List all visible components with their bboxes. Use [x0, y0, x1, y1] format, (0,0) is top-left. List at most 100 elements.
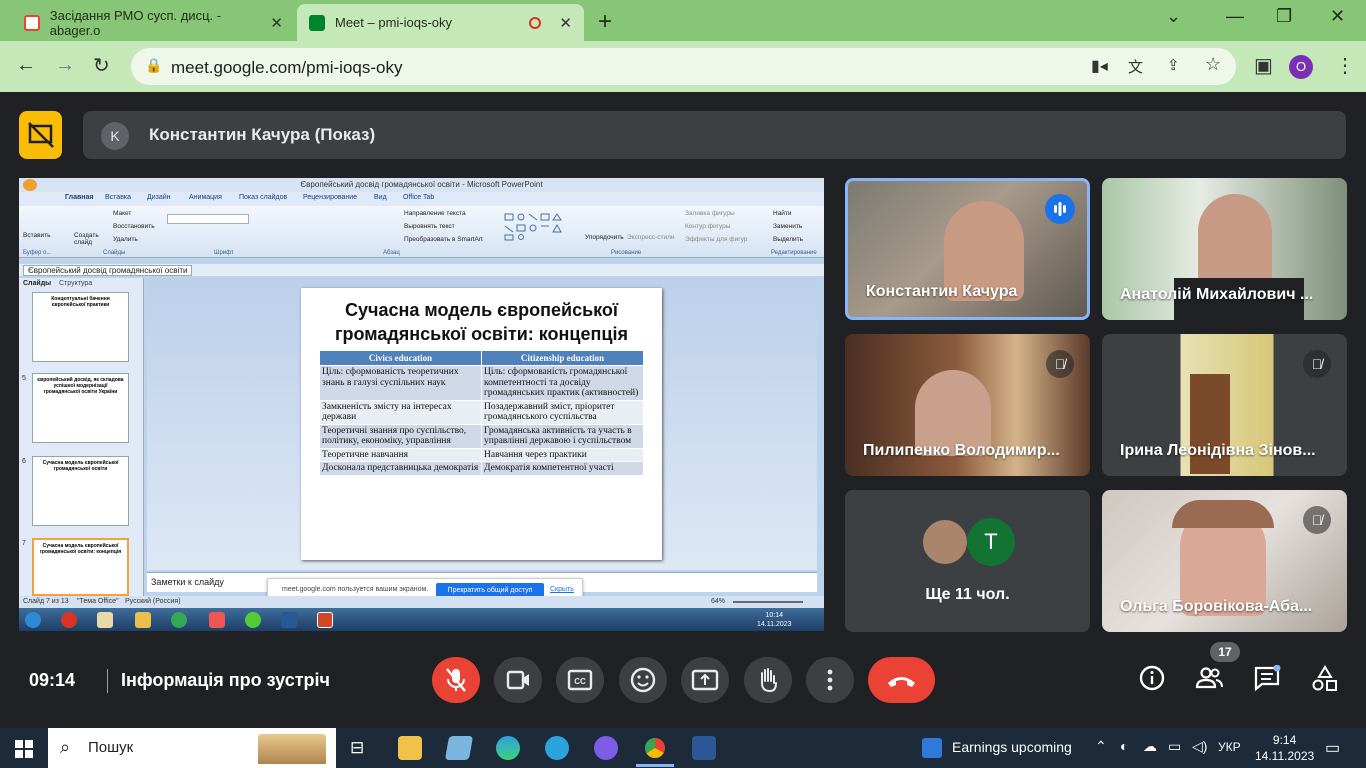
- taskbar-search[interactable]: ⌕ Пошук: [48, 728, 336, 768]
- address-bar[interactable]: 🔒 meet.google.com/pmi-ioqs-oky ▮◂ 文 ⇪ ☆: [131, 48, 1236, 85]
- restore-button[interactable]: ❐: [1276, 6, 1292, 27]
- taskbar-clock[interactable]: 9:14 14.11.2023: [1255, 732, 1314, 764]
- reload-icon[interactable]: ↻: [93, 53, 110, 78]
- close-tab-icon[interactable]: ✕: [270, 14, 283, 32]
- replace-button[interactable]: Заменить: [773, 223, 802, 230]
- raise-hand-button[interactable]: [744, 657, 792, 703]
- translate-icon[interactable]: 文: [1128, 56, 1143, 77]
- ribbon-tab[interactable]: Главная: [65, 194, 93, 201]
- leave-call-button[interactable]: [868, 657, 935, 703]
- menu-icon[interactable]: ⋮: [1335, 53, 1355, 78]
- quick-styles-button[interactable]: Экспресс-стили: [627, 234, 675, 241]
- shapes-gallery[interactable]: [503, 212, 565, 242]
- forward-icon[interactable]: →: [55, 54, 75, 77]
- task-view-icon[interactable]: ⊟: [350, 738, 364, 758]
- notifications-icon[interactable]: ▭: [1325, 738, 1340, 758]
- ribbon-tab[interactable]: Показ слайдов: [239, 194, 287, 201]
- participant-tile[interactable]: 🎙̸ Ольга Боровікова-Аба...: [1102, 490, 1347, 632]
- network-icon[interactable]: ▭: [1168, 738, 1181, 755]
- ribbon-tab[interactable]: Вид: [374, 194, 387, 201]
- telegram-icon[interactable]: [545, 736, 569, 760]
- select-button[interactable]: Выделить: [773, 236, 803, 243]
- delete-button[interactable]: Удалить: [113, 236, 138, 243]
- presentation-icon[interactable]: [19, 111, 62, 159]
- app-icon[interactable]: [444, 736, 474, 760]
- camera-toggle-button[interactable]: [494, 657, 542, 703]
- office-button-icon[interactable]: [23, 179, 37, 191]
- paste-button[interactable]: Вставить: [23, 232, 51, 239]
- people-icon[interactable]: [1195, 665, 1223, 697]
- slide-thumbnail[interactable]: Сучасна модель європейської громадянсько…: [32, 456, 129, 526]
- viber-icon[interactable]: [594, 736, 618, 760]
- find-button[interactable]: Найти: [773, 210, 792, 217]
- font-select[interactable]: [167, 214, 249, 224]
- ribbon-group-label: Буфер о...: [23, 250, 52, 256]
- text-direction-button[interactable]: Направление текста: [404, 210, 466, 217]
- chevron-up-icon[interactable]: ⌃: [1095, 738, 1107, 755]
- bookmark-star-icon[interactable]: ☆: [1205, 54, 1221, 75]
- restore-button[interactable]: Восстановить: [113, 223, 155, 230]
- browser-tab-gmail[interactable]: Засідання РМО сусп. дисц. - abager.o ✕: [12, 4, 295, 41]
- ribbon-tab[interactable]: Анимация: [189, 194, 222, 201]
- slides-panel: Слайды Структура Концептуальні бачення є…: [19, 278, 144, 598]
- participant-tile[interactable]: 🎙̸ Ірина Леонідівна Зінов...: [1102, 334, 1347, 476]
- mic-toggle-button[interactable]: [432, 657, 480, 703]
- ribbon-tab[interactable]: Дизайн: [147, 194, 171, 201]
- slide-thumbnail[interactable]: Концептуальні бачення європейської практ…: [32, 292, 129, 362]
- shape-outline-button[interactable]: Контур фигуры: [685, 223, 730, 230]
- language-indicator[interactable]: УКР: [1218, 740, 1241, 754]
- headset-icon[interactable]: ◐: [1120, 738, 1128, 754]
- ribbon-tab[interactable]: Рецензирование: [303, 194, 357, 201]
- cloud-icon[interactable]: ☁: [1143, 738, 1157, 755]
- edge-icon[interactable]: [496, 736, 520, 760]
- create-slide-button[interactable]: Создать слайд: [74, 232, 104, 246]
- participant-tile[interactable]: 🎙̸ Пилипенко Володимир...: [845, 334, 1090, 476]
- emoji-reaction-button[interactable]: [619, 657, 667, 703]
- news-icon[interactable]: [922, 738, 942, 758]
- chrome-icon[interactable]: [643, 736, 667, 760]
- tab-outline[interactable]: Структура: [59, 280, 92, 287]
- volume-icon[interactable]: ◁): [1192, 738, 1207, 755]
- shape-effects-button[interactable]: Эффекты для фигур: [685, 236, 747, 243]
- participant-tile[interactable]: Анатолій Михайлович ...: [1102, 178, 1347, 320]
- participant-tile[interactable]: Константин Качура: [845, 178, 1090, 320]
- new-tab-button[interactable]: +: [598, 8, 612, 36]
- back-icon[interactable]: ←: [16, 54, 36, 77]
- layout-button[interactable]: Макет: [113, 210, 131, 217]
- media-icon: [97, 612, 113, 628]
- ribbon-tab[interactable]: Вставка: [105, 194, 131, 201]
- widget-text[interactable]: Earnings upcoming: [952, 739, 1072, 755]
- more-participants-tile[interactable]: T Ще 11 чол.: [845, 490, 1090, 632]
- browser-tab-meet[interactable]: Meet – pmi-ioqs-oky ✕: [297, 4, 584, 41]
- activities-icon[interactable]: [1311, 665, 1339, 699]
- side-panel-icon[interactable]: ▣: [1254, 53, 1273, 78]
- profile-avatar[interactable]: O: [1289, 55, 1313, 79]
- word-icon[interactable]: [692, 736, 716, 760]
- arrange-button[interactable]: Упорядочить: [585, 234, 624, 241]
- camera-icon[interactable]: ▮◂: [1091, 56, 1108, 76]
- document-tab[interactable]: Європейський досвід громадянської освіти: [23, 265, 193, 276]
- chat-icon[interactable]: [1253, 664, 1281, 697]
- close-window-button[interactable]: ✕: [1330, 6, 1345, 27]
- ribbon-tab[interactable]: Office Tab: [403, 194, 434, 201]
- share-icon[interactable]: ⇪: [1167, 56, 1180, 74]
- windows-start-icon[interactable]: [15, 740, 33, 763]
- info-icon[interactable]: [1139, 665, 1165, 697]
- emoji-icon: [630, 667, 656, 693]
- minimize-button[interactable]: —: [1226, 6, 1244, 27]
- tab-slides[interactable]: Слайды: [23, 280, 51, 287]
- shape-fill-button[interactable]: Заливка фигуры: [685, 210, 735, 217]
- hide-banner-link[interactable]: Скрыть: [550, 586, 574, 593]
- file-explorer-icon[interactable]: [398, 736, 422, 760]
- align-text-button[interactable]: Выровнять текст: [404, 223, 455, 230]
- captions-button[interactable]: CC: [556, 657, 604, 703]
- meeting-info-link[interactable]: Інформація про зустріч: [121, 670, 330, 691]
- close-tab-icon[interactable]: ✕: [559, 14, 572, 32]
- slide-thumbnail-selected[interactable]: Сучасна модель європейської громадянсько…: [32, 538, 129, 596]
- present-screen-button[interactable]: [681, 657, 729, 703]
- slide-thumbnail[interactable]: європейський досвід, як складова успішно…: [32, 373, 129, 443]
- tab-search-icon[interactable]: ⌄: [1166, 6, 1181, 27]
- more-options-button[interactable]: [806, 657, 854, 703]
- zoom-slider[interactable]: [733, 601, 803, 603]
- smartart-button[interactable]: Преобразовать в SmartArt: [404, 236, 483, 243]
